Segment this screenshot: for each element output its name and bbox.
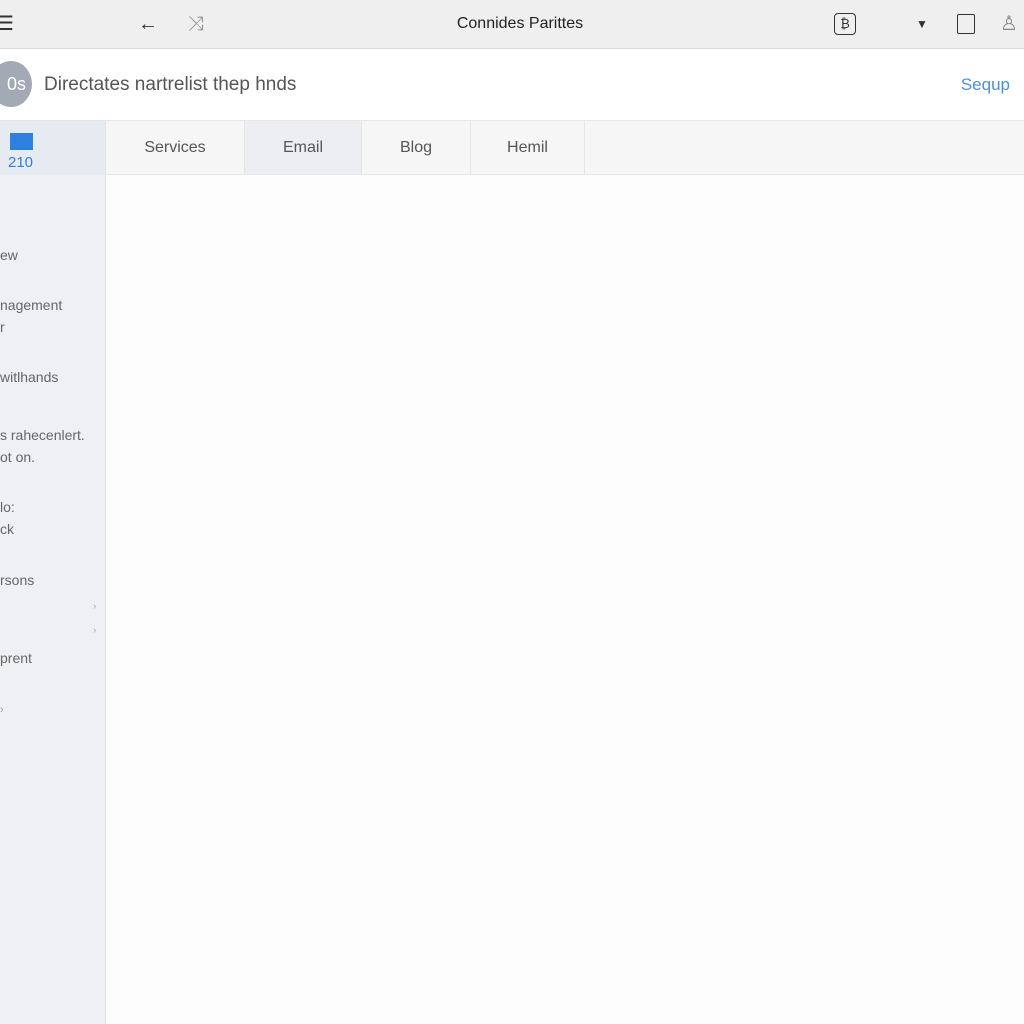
sidebar-header[interactable]: 210 [0, 121, 105, 175]
tablet-icon[interactable]: ₿ [834, 13, 856, 35]
sidebar-badge-number: 210 [8, 154, 34, 171]
app-square-icon [10, 133, 33, 150]
chevron-right-icon[interactable]: › [93, 601, 96, 612]
top-bar: ☰ ← ⤨ Connides Parittes ₿ ▼ ♙ [0, 0, 1024, 49]
tab-blog[interactable]: Blog [362, 121, 471, 174]
sidebar-item[interactable]: ot on. [0, 446, 35, 468]
sidebar-item[interactable]: ew [0, 244, 18, 266]
sidebar: 210 ew nagement r witlhands s rahecenler… [0, 121, 106, 1024]
tab-hemil[interactable]: Hemil [471, 121, 585, 174]
sidebar-item[interactable]: › [0, 699, 4, 721]
dropdown-caret-icon[interactable]: ▼ [916, 12, 928, 36]
tab-bar: Services Email Blog Hemil [106, 121, 1024, 175]
setup-link[interactable]: Sequp [961, 75, 1010, 95]
bag-icon[interactable] [957, 14, 975, 34]
chevron-right-icon[interactable]: › [93, 625, 96, 636]
sidebar-item[interactable]: ck [0, 518, 14, 540]
sidebar-item[interactable]: lo: [0, 496, 15, 518]
sidebar-item[interactable]: r [0, 316, 5, 338]
sidebar-item[interactable]: witlhands [0, 366, 58, 388]
window-title: Connides Parittes [456, 15, 584, 32]
user-icon[interactable]: ♙ [1000, 12, 1018, 36]
sidebar-item[interactable]: prent [0, 647, 32, 669]
sidebar-item[interactable]: rsons [0, 569, 34, 591]
page-title: Directates nartrelist thep hnds [44, 74, 297, 95]
main-content [106, 175, 1024, 1024]
avatar[interactable]: 0s [0, 61, 32, 107]
sidebar-item[interactable]: s rahecenlert. [0, 424, 85, 446]
tab-services[interactable]: Services [106, 121, 245, 174]
sidebar-item[interactable]: nagement [0, 294, 62, 316]
tab-email[interactable]: Email [245, 121, 362, 174]
page-header: 0s Directates nartrelist thep hnds Sequp [0, 49, 1024, 121]
